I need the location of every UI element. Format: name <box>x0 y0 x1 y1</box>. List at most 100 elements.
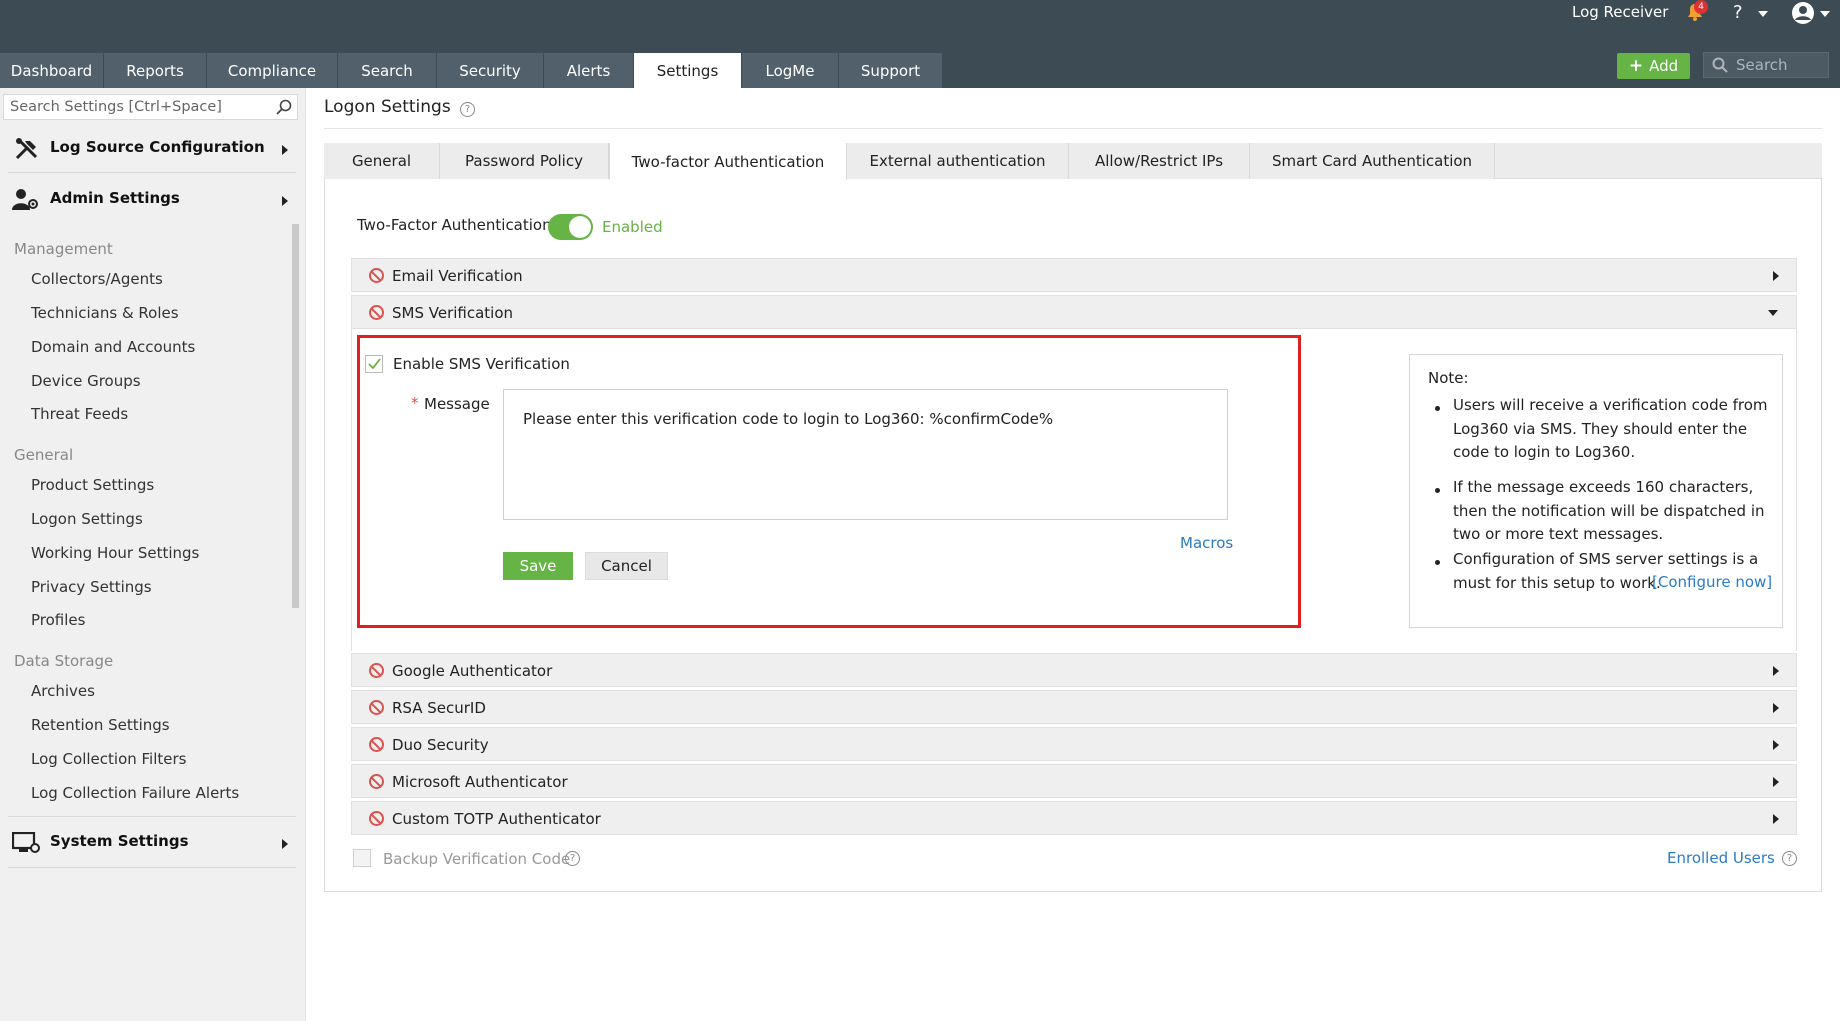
settings-search-input[interactable]: Search Settings [Ctrl+Space] <box>3 94 298 120</box>
sidebar-item-failure-alerts[interactable]: Log Collection Failure Alerts <box>31 784 239 802</box>
accordion-label: Custom TOTP Authenticator <box>392 810 601 828</box>
nav-tab-reports[interactable]: Reports <box>104 53 207 88</box>
nav-tab-dashboard[interactable]: Dashboard <box>0 53 104 88</box>
plus-icon: + <box>1628 56 1644 76</box>
cancel-button[interactable]: Cancel <box>585 552 668 580</box>
chevron-right-icon <box>1773 703 1779 713</box>
nav-tab-alerts[interactable]: Alerts <box>544 53 634 88</box>
sidebar-item-technicians[interactable]: Technicians & Roles <box>31 304 179 322</box>
disabled-icon <box>369 663 384 678</box>
global-search-placeholder: Search <box>1736 56 1788 74</box>
sidebar-item-privacy[interactable]: Privacy Settings <box>31 578 152 596</box>
chevron-down-icon <box>1768 310 1778 316</box>
enable-sms-checkbox[interactable] <box>365 355 383 373</box>
sidebar-item-collectors[interactable]: Collectors/Agents <box>31 270 163 288</box>
top-bar: Log Receiver 4 ? Dashboard Reports Compl… <box>0 0 1840 88</box>
sidebar-section-log-source[interactable]: Log Source Configuration <box>12 135 302 165</box>
sidebar-item-product-settings[interactable]: Product Settings <box>31 476 154 494</box>
help-icon[interactable]: ? <box>1733 2 1743 23</box>
sidebar-item-archives[interactable]: Archives <box>31 682 95 700</box>
message-label: Message <box>424 395 490 413</box>
tfa-label: Two-Factor Authentication <box>357 216 552 234</box>
accordion-microsoft-authenticator[interactable]: Microsoft Authenticator <box>351 764 1797 798</box>
backup-code-checkbox[interactable] <box>353 849 371 867</box>
accordion-email-verification[interactable]: Email Verification <box>351 258 1797 292</box>
accordion-label: SMS Verification <box>392 304 514 322</box>
required-asterisk: * <box>411 394 419 412</box>
product-name[interactable]: Log Receiver <box>1572 3 1668 21</box>
sidebar-section-label: System Settings <box>50 832 189 850</box>
nav-tab-search[interactable]: Search <box>338 53 437 88</box>
help-icon[interactable]: ? <box>460 102 475 117</box>
note-item: If the message exceeds 160 characters, t… <box>1453 478 1765 543</box>
configure-now-link[interactable]: [Configure now] <box>1652 571 1772 595</box>
add-button-label: Add <box>1649 57 1679 75</box>
nav-tab-security[interactable]: Security <box>437 53 544 88</box>
chevron-right-icon <box>282 145 288 155</box>
disabled-icon <box>369 811 384 826</box>
sidebar-section-admin[interactable]: Admin Settings <box>12 186 302 216</box>
help-icon[interactable]: ? <box>1782 851 1797 866</box>
help-caret-icon[interactable] <box>1758 11 1768 17</box>
sidebar-divider <box>8 816 296 817</box>
checkmark-icon <box>368 358 381 370</box>
sidebar-item-working-hours[interactable]: Working Hour Settings <box>31 544 199 562</box>
tab-allow-restrict-ips[interactable]: Allow/Restrict IPs <box>1069 143 1250 179</box>
chevron-right-icon <box>1773 740 1779 750</box>
sidebar-item-retention[interactable]: Retention Settings <box>31 716 170 734</box>
nav-tab-settings[interactable]: Settings <box>634 53 742 88</box>
sidebar-group-data-storage: Data Storage <box>14 652 114 670</box>
save-button[interactable]: Save <box>503 552 573 580</box>
admin-user-icon <box>12 188 40 216</box>
user-caret-icon[interactable] <box>1820 11 1830 17</box>
sidebar-divider <box>8 867 296 868</box>
message-textarea[interactable]: Please enter this verification code to l… <box>503 389 1228 520</box>
tab-general[interactable]: General <box>324 143 440 179</box>
toggle-knob <box>569 216 591 238</box>
tab-two-factor[interactable]: Two-factor Authentication <box>609 143 847 180</box>
accordion-label: Microsoft Authenticator <box>392 773 568 791</box>
disabled-icon <box>369 774 384 789</box>
chevron-right-icon <box>282 839 288 849</box>
sidebar-item-logon-settings[interactable]: Logon Settings <box>31 510 143 528</box>
nav-tab-compliance[interactable]: Compliance <box>207 53 338 88</box>
chevron-right-icon <box>1773 271 1779 281</box>
bullet-icon <box>1435 406 1440 411</box>
sidebar-item-collection-filters[interactable]: Log Collection Filters <box>31 750 187 768</box>
accordion-label: Duo Security <box>392 736 489 754</box>
global-search-input[interactable]: Search <box>1703 52 1829 78</box>
nav-tab-logme[interactable]: LogMe <box>742 53 839 88</box>
accordion-rsa-securid[interactable]: RSA SecurID <box>351 690 1797 724</box>
sidebar-item-threat-feeds[interactable]: Threat Feeds <box>31 405 128 423</box>
accordion-google-authenticator[interactable]: Google Authenticator <box>351 653 1797 687</box>
tab-smart-card[interactable]: Smart Card Authentication <box>1250 143 1495 179</box>
tfa-toggle[interactable] <box>548 214 593 240</box>
enrolled-users-link[interactable]: Enrolled Users <box>1667 849 1775 867</box>
sidebar-section-system[interactable]: System Settings <box>11 829 302 859</box>
tab-password-policy[interactable]: Password Policy <box>440 143 609 179</box>
sidebar-item-domain[interactable]: Domain and Accounts <box>31 338 195 356</box>
accordion-sms-verification[interactable]: SMS Verification <box>351 295 1797 329</box>
sidebar-scrollbar[interactable] <box>292 224 299 608</box>
page-title: Logon Settings <box>324 97 451 117</box>
sidebar-divider <box>8 172 296 173</box>
add-button[interactable]: + Add <box>1617 53 1690 79</box>
search-icon[interactable] <box>276 99 292 119</box>
enable-sms-label: Enable SMS Verification <box>393 355 570 373</box>
chevron-right-icon <box>1773 814 1779 824</box>
sidebar-section-label: Log Source Configuration <box>50 138 265 156</box>
accordion-label: Google Authenticator <box>392 662 553 680</box>
notification-badge: 4 <box>1694 0 1708 14</box>
accordion-label: RSA SecurID <box>392 699 486 717</box>
help-icon[interactable]: ? <box>565 851 580 866</box>
settings-search-placeholder: Search Settings [Ctrl+Space] <box>10 99 222 115</box>
accordion-custom-totp[interactable]: Custom TOTP Authenticator <box>351 801 1797 835</box>
accordion-duo-security[interactable]: Duo Security <box>351 727 1797 761</box>
macros-link[interactable]: Macros <box>1180 534 1233 552</box>
search-icon <box>1712 57 1728 77</box>
nav-tab-support[interactable]: Support <box>839 53 943 88</box>
tab-external-auth[interactable]: External authentication <box>847 143 1069 179</box>
sidebar-item-device-groups[interactable]: Device Groups <box>31 372 141 390</box>
sidebar-item-profiles[interactable]: Profiles <box>31 611 85 629</box>
user-avatar-icon[interactable] <box>1791 1 1815 29</box>
